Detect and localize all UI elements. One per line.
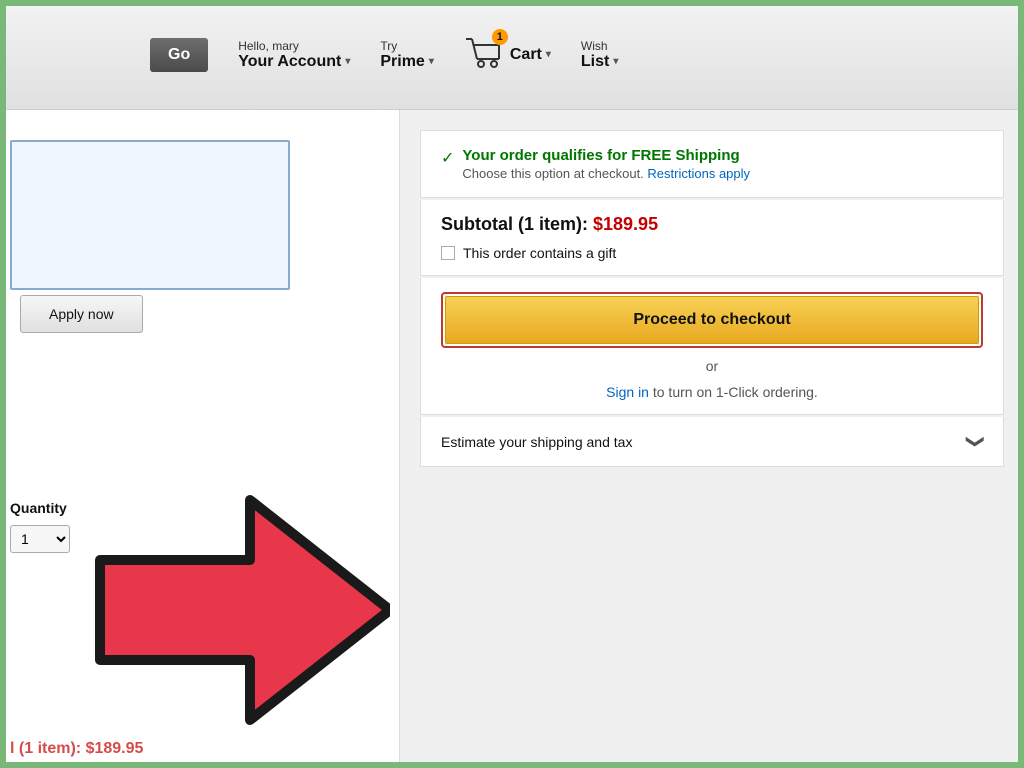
header: Go Hello, mary Your Account ▾ Try Prime … xyxy=(0,0,1024,110)
checkmark-icon: ✓ xyxy=(441,148,454,168)
or-divider: or xyxy=(441,358,983,374)
blue-box xyxy=(10,140,290,290)
free-shipping-sub: Choose this option at checkout. Restrict… xyxy=(462,166,750,181)
search-box: Go xyxy=(20,38,208,72)
restrictions-link[interactable]: Restrictions apply xyxy=(647,166,750,181)
your-account-label: Your Account ▾ xyxy=(238,53,350,71)
quantity-select[interactable]: 1 2 3 xyxy=(10,525,70,553)
prime-label: Prime ▾ xyxy=(380,53,434,71)
sign-in-suffix: to turn on 1-Click ordering. xyxy=(653,384,818,400)
gift-label: This order contains a gift xyxy=(463,245,616,261)
free-shipping-text: Your order qualifies for FREE Shipping C… xyxy=(462,147,750,181)
cart-arrow: ▾ xyxy=(546,49,551,60)
right-panel: ✓ Your order qualifies for FREE Shipping… xyxy=(400,110,1024,768)
arrow-overlay xyxy=(50,480,390,745)
go-button[interactable]: Go xyxy=(150,38,208,72)
left-panel: Apply now Quantity 1 2 3 l (1 item): $18… xyxy=(0,110,400,768)
sign-in-link[interactable]: Sign in xyxy=(606,384,649,400)
checkout-button[interactable]: Proceed to checkout xyxy=(445,296,979,344)
gift-row: This order contains a gift xyxy=(441,245,983,261)
list-label: List ▾ xyxy=(581,53,618,71)
cart-count-badge: 1 xyxy=(492,29,508,45)
bottom-partial-text: l (1 item): $189.95 xyxy=(10,740,143,758)
subtotal-row: Subtotal (1 item): $189.95 xyxy=(441,214,983,235)
greeting-text: Hello, mary xyxy=(238,39,299,53)
gift-checkbox[interactable] xyxy=(441,246,455,260)
header-nav: Hello, mary Your Account ▾ Try Prime ▾ xyxy=(238,33,618,76)
main-content: Apply now Quantity 1 2 3 l (1 item): $18… xyxy=(0,110,1024,768)
free-shipping-notice: ✓ Your order qualifies for FREE Shipping… xyxy=(441,147,983,181)
sign-in-row: Sign in to turn on 1-Click ordering. xyxy=(441,384,983,400)
prime-arrow: ▾ xyxy=(429,56,434,67)
try-label: Try xyxy=(380,39,397,53)
list-arrow: ▾ xyxy=(613,56,618,67)
apply-now-button[interactable]: Apply now xyxy=(20,295,143,333)
cart-nav[interactable]: 1 Cart ▾ xyxy=(464,33,551,76)
subtotal-section: Subtotal (1 item): $189.95 This order co… xyxy=(420,200,1004,276)
wish-list-nav[interactable]: Wish List ▾ xyxy=(581,39,618,71)
checkout-section: Proceed to checkout or Sign in to turn o… xyxy=(420,278,1004,415)
your-account-arrow: ▾ xyxy=(345,56,350,67)
cart-icon-wrap: 1 xyxy=(464,33,504,76)
shipping-estimate-label: Estimate your shipping and tax xyxy=(441,434,632,450)
chevron-down-icon: ❯ xyxy=(965,434,986,449)
free-shipping-headline: Your order qualifies for FREE Shipping xyxy=(462,147,750,164)
try-prime-nav[interactable]: Try Prime ▾ xyxy=(380,39,434,71)
checkout-btn-wrap: Proceed to checkout xyxy=(441,292,983,348)
cart-label: Cart ▾ xyxy=(510,46,551,64)
free-shipping-section: ✓ Your order qualifies for FREE Shipping… xyxy=(420,130,1004,198)
cart-text: Cart ▾ xyxy=(510,46,551,64)
wish-label: Wish xyxy=(581,39,608,53)
your-account-nav[interactable]: Hello, mary Your Account ▾ xyxy=(238,39,350,71)
big-arrow-icon xyxy=(50,480,390,740)
subtotal-price: $189.95 xyxy=(593,214,658,234)
shipping-estimate-section[interactable]: Estimate your shipping and tax ❯ xyxy=(420,417,1004,467)
subtotal-label: Subtotal (1 item): xyxy=(441,214,588,234)
quantity-label: Quantity xyxy=(10,500,67,516)
